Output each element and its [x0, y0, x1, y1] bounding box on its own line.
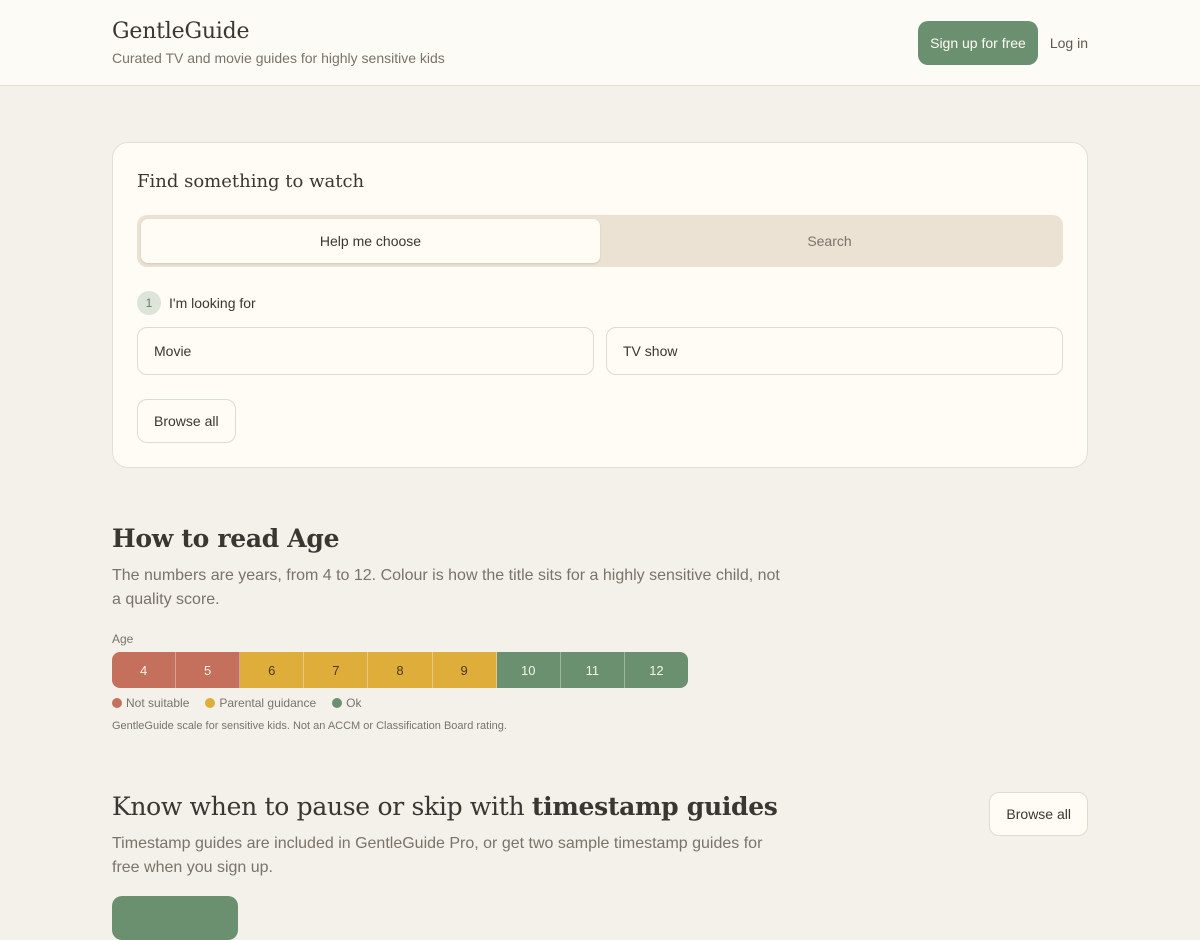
brand-tagline: Curated TV and movie guides for highly s…	[112, 50, 445, 66]
timestamp-title-plain: Know when to pause or skip with	[112, 792, 532, 821]
finder-title: Find something to watch	[137, 171, 365, 192]
legend-item-ok: Ok	[332, 696, 361, 710]
choice-tv-show[interactable]: TV show	[606, 327, 1063, 375]
age-cell-9: 9	[432, 652, 497, 688]
legend-dot-icon	[205, 698, 216, 708]
step-number-badge: 1	[137, 291, 161, 315]
age-scale-bar: 4 5 6 7 8 9 10 11 12	[112, 652, 688, 688]
legend-label: Not suitable	[126, 696, 190, 710]
age-cell-7: 7	[304, 652, 369, 688]
legend-dot-icon	[112, 698, 122, 708]
site-header: GentleGuide Curated TV and movie guides …	[0, 0, 1200, 86]
login-link[interactable]: Log in	[1050, 35, 1088, 51]
tab-help-me-choose[interactable]: Help me choose	[141, 219, 600, 263]
age-cell-4: 4	[112, 652, 177, 688]
finder-browse-all-button[interactable]: Browse all	[137, 399, 236, 443]
step-heading: 1 I'm looking for	[137, 291, 256, 315]
brand[interactable]: GentleGuide Curated TV and movie guides …	[112, 19, 445, 66]
finder-mode-tabs: Help me choose Search	[137, 215, 1063, 267]
choice-movie[interactable]: Movie	[137, 327, 594, 375]
age-section-title: How to read Age	[112, 524, 340, 553]
age-section-description: The numbers are years, from 4 to 12. Col…	[112, 567, 780, 608]
step-label: I'm looking for	[169, 295, 256, 311]
legend-dot-icon	[332, 698, 343, 708]
tab-search[interactable]: Search	[600, 219, 1059, 263]
legend-item-not-suitable: Not suitable	[112, 696, 189, 710]
signup-button[interactable]: Sign up for free	[918, 21, 1038, 65]
age-cell-12: 12	[624, 652, 688, 688]
age-scale-note: GentleGuide scale for sensitive kids. No…	[112, 720, 507, 732]
timestamp-section-title: Know when to pause or skip with timestam…	[112, 792, 778, 821]
timestamp-title-bold: timestamp guides	[531, 792, 778, 821]
age-scale-label: Age	[112, 632, 134, 646]
timestamp-browse-all-button[interactable]: Browse all	[989, 792, 1088, 836]
timestamp-cta-button[interactable]	[112, 896, 238, 940]
legend-label: Parental guidance	[219, 696, 317, 710]
header-actions: Sign up for free Log in	[918, 21, 1088, 65]
age-cell-11: 11	[560, 652, 625, 688]
age-legend: Not suitable Parental guidance Ok	[112, 696, 361, 710]
age-cell-6: 6	[240, 652, 305, 688]
age-cell-8: 8	[368, 652, 433, 688]
brand-name[interactable]: GentleGuide	[112, 19, 445, 44]
age-cell-10: 10	[496, 652, 561, 688]
legend-item-parental: Parental guidance	[205, 696, 316, 710]
legend-label: Ok	[346, 696, 362, 710]
timestamp-section-description: Timestamp guides are included in GentleG…	[112, 835, 763, 876]
age-cell-5: 5	[176, 652, 241, 688]
finder-card: Find something to watch Help me choose S…	[112, 142, 1088, 468]
